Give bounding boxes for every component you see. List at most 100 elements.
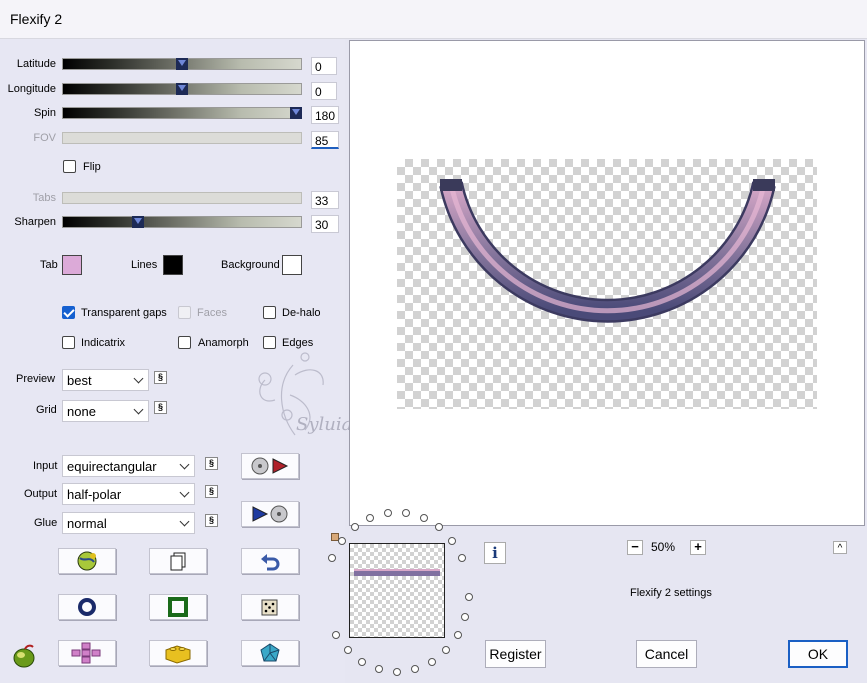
navigator-dial-dot[interactable]	[375, 665, 384, 674]
spin-label: Spin	[33, 107, 56, 119]
latitude-slider-thumb[interactable]	[176, 58, 188, 70]
latitude-slider[interactable]	[62, 58, 302, 70]
link-icon[interactable]: §	[205, 514, 218, 527]
tab-color-label: Tab	[40, 259, 58, 271]
pentagon-gem-icon	[260, 643, 280, 662]
fov-slider[interactable]	[62, 132, 302, 144]
preview-quality-value: best	[67, 373, 92, 388]
glue-label: Glue	[34, 517, 58, 529]
chevron-down-icon	[179, 459, 190, 470]
indicatrix-label: Indicatrix	[81, 337, 126, 349]
grid-value: none	[67, 404, 96, 419]
random-effect-button[interactable]	[58, 548, 116, 574]
navigator-dial-dot[interactable]	[350, 523, 359, 532]
grid-select[interactable]: none	[62, 400, 149, 422]
info-icon[interactable]: i	[484, 542, 506, 564]
brick-icon	[165, 645, 191, 664]
faces-checkbox[interactable]	[178, 306, 191, 319]
cancel-button[interactable]: Cancel	[636, 640, 697, 668]
grid-label: Grid	[36, 404, 57, 416]
tab-color-swatch[interactable]	[62, 255, 82, 275]
spin-slider-thumb[interactable]	[290, 107, 302, 119]
navigator-dial-dot[interactable]	[337, 537, 346, 545]
link-icon[interactable]: §	[205, 457, 218, 470]
glue-select[interactable]: normal	[62, 512, 195, 534]
longitude-slider[interactable]	[62, 83, 302, 95]
square-frame-button[interactable]	[149, 594, 207, 620]
collapse-icon[interactable]: ^	[833, 541, 847, 554]
ring-shape-button[interactable]	[58, 594, 116, 620]
latitude-value[interactable]: 0	[311, 57, 337, 75]
longitude-value[interactable]: 0	[311, 82, 337, 100]
globe-icon	[77, 551, 97, 571]
longitude-slider-thumb[interactable]	[176, 83, 188, 95]
navigator-dial-dot[interactable]	[410, 665, 419, 674]
navigator-dial-dot[interactable]	[458, 553, 467, 562]
copy-button[interactable]	[149, 548, 207, 574]
cross-shape-button[interactable]	[58, 640, 116, 666]
block-shape-button[interactable]	[149, 640, 207, 666]
anamorph-label: Anamorph	[198, 337, 249, 349]
transparent-gaps-checkbox[interactable]	[62, 306, 75, 319]
tabs-slider[interactable]	[62, 192, 302, 204]
link-icon[interactable]: §	[154, 401, 167, 414]
spin-value[interactable]: 180	[311, 106, 339, 124]
navigator-thumbnail[interactable]	[349, 543, 445, 638]
preview-quality-select[interactable]: best	[62, 369, 149, 391]
title-bar	[0, 0, 867, 39]
zoom-out-button[interactable]: −	[627, 540, 643, 555]
longitude-label: Longitude	[7, 83, 56, 95]
link-icon[interactable]: §	[154, 371, 167, 384]
navigator-dial-dot[interactable]	[358, 658, 367, 667]
navigator-dial-dot[interactable]	[427, 658, 436, 667]
load-image-button[interactable]	[241, 453, 299, 479]
faces-label: Faces	[197, 307, 227, 319]
navigator-dial-dot[interactable]	[442, 646, 451, 655]
spin-slider[interactable]	[62, 107, 302, 119]
anamorph-checkbox[interactable]	[178, 336, 191, 349]
navigator-dial-dot[interactable]	[435, 523, 444, 532]
flip-checkbox[interactable]	[63, 160, 76, 173]
zoom-level: 50%	[651, 540, 676, 554]
sharpen-value[interactable]: 30	[311, 215, 339, 233]
dehalo-checkbox[interactable]	[263, 306, 276, 319]
navigator-dial-dot[interactable]	[327, 553, 336, 562]
latitude-label: Latitude	[16, 58, 56, 70]
tabs-value[interactable]: 33	[311, 191, 339, 209]
background-color-swatch[interactable]	[282, 255, 302, 275]
lines-color-swatch[interactable]	[163, 255, 183, 275]
link-icon[interactable]: §	[205, 485, 218, 498]
input-projection-select[interactable]: equirectangular	[62, 455, 195, 477]
polyhedron-button[interactable]	[241, 640, 299, 666]
navigator-dial-dot[interactable]	[461, 612, 470, 621]
navigator-dial-dot[interactable]	[343, 646, 352, 655]
chevron-down-icon	[133, 404, 144, 415]
randomize-button[interactable]	[241, 594, 299, 620]
indicatrix-checkbox[interactable]	[62, 336, 75, 349]
navigator-dial-dot[interactable]	[419, 513, 428, 522]
cross-grid-icon	[71, 642, 101, 664]
navigator-dial-dot[interactable]	[393, 668, 401, 676]
copy-icon	[170, 552, 186, 571]
sharpen-slider[interactable]	[62, 216, 302, 228]
dice-icon	[261, 599, 278, 616]
register-button[interactable]: Register	[485, 640, 546, 668]
play-to-disc-icon	[252, 505, 288, 523]
sharpen-slider-thumb[interactable]	[132, 216, 144, 228]
flip-label: Flip	[83, 161, 101, 173]
navigator-dial-dot[interactable]	[448, 537, 457, 545]
preview-canvas[interactable]	[349, 40, 865, 526]
input-label: Input	[33, 460, 58, 472]
dehalo-label: De-halo	[282, 307, 321, 319]
navigator-dial-dot[interactable]	[464, 593, 473, 602]
zoom-in-button[interactable]: +	[690, 540, 706, 555]
ok-button[interactable]: OK	[788, 640, 848, 668]
fov-value[interactable]: 85	[311, 131, 339, 149]
undo-button[interactable]	[241, 548, 299, 574]
navigator-dial-dot[interactable]	[453, 630, 462, 639]
save-image-button[interactable]	[241, 501, 299, 527]
chevron-down-icon	[179, 487, 190, 498]
navigator-dial-dot[interactable]	[383, 508, 392, 517]
navigator-dial-dot[interactable]	[402, 508, 411, 517]
output-projection-select[interactable]: half-polar	[62, 483, 195, 505]
